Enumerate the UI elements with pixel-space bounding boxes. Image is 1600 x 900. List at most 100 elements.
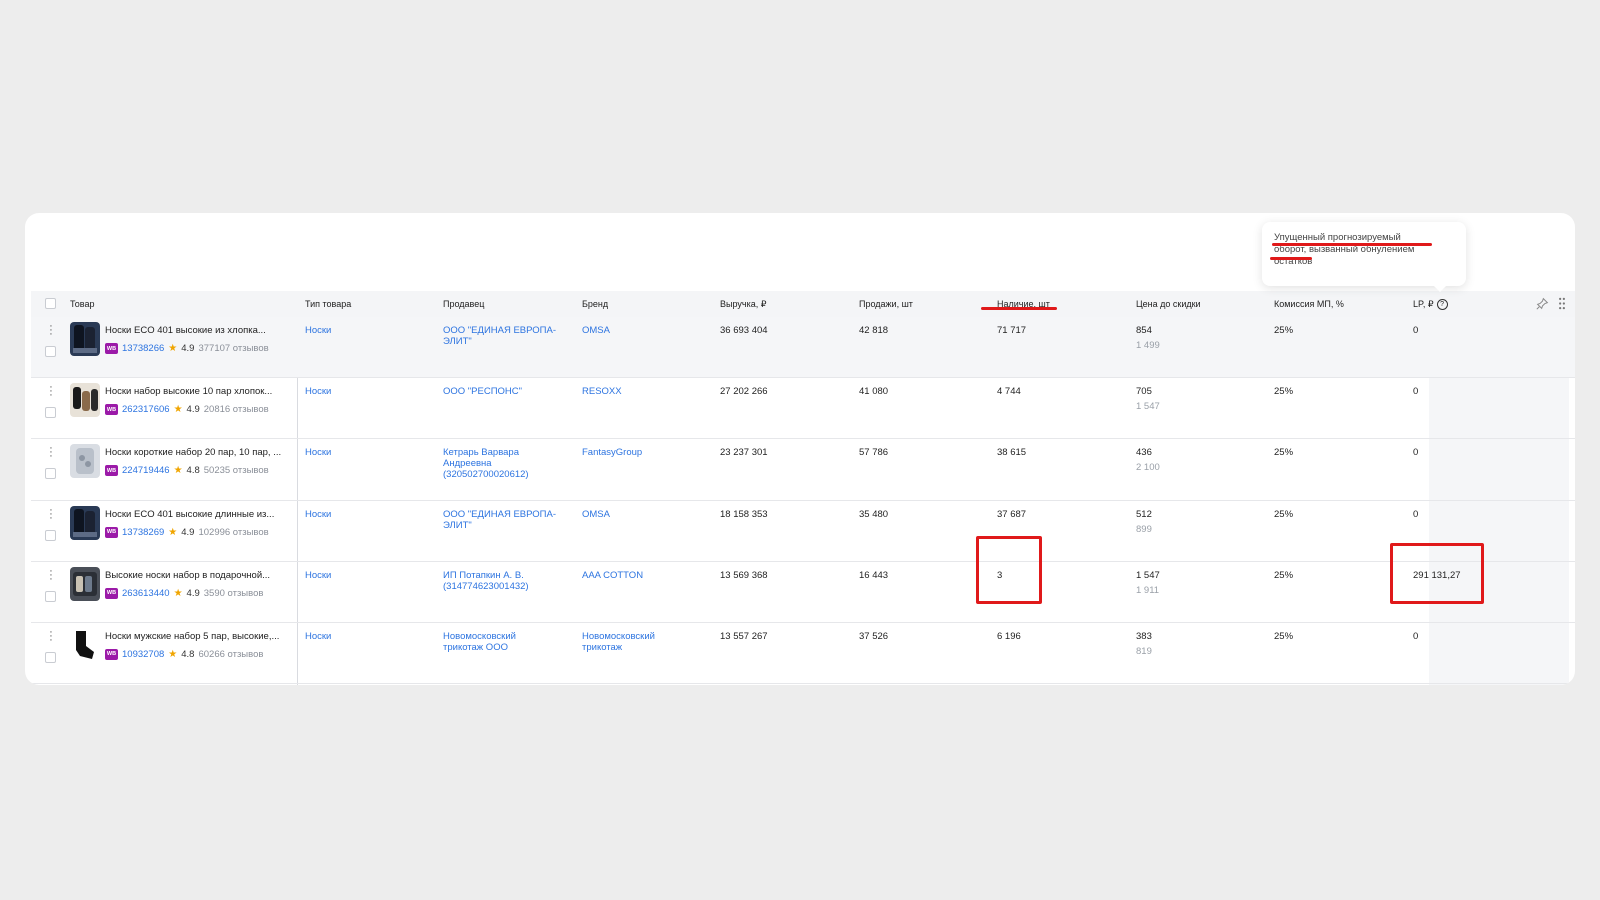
sales-value: 57 786 [859,447,889,459]
more-vertical-icon[interactable]: · · · [48,504,54,523]
product-rating: 4.9 [186,404,200,416]
row-checkbox[interactable] [45,590,56,602]
wb-badge: WB [105,526,118,538]
brand-link[interactable]: FantasyGroup [582,447,642,458]
star-icon: ★ [173,404,183,416]
more-vertical-icon[interactable]: · · · [48,626,54,645]
more-vertical-icon[interactable]: · · · [48,382,54,401]
table-row[interactable]: · · · Носки набор высокие 10 пар хлопок...… [31,378,1575,440]
seller-link[interactable]: ООО "РЕСПОНС" [443,386,571,397]
table-row[interactable]: · · · Носки ECO 401 высокие длинные из... … [31,501,1575,562]
seller-link[interactable]: Кетрарь Варвара Андреевна (3205027000206… [443,447,559,480]
star-icon: ★ [168,648,178,660]
table-row[interactable]: · · · Носки ECO 401 высокие из хлопка... W… [31,317,1575,379]
wb-badge: WB [105,587,118,599]
brand-link[interactable]: RESOXX [582,386,622,397]
row-checkbox[interactable] [45,468,56,480]
drag-grip-icon[interactable] [1558,297,1566,310]
product-thumbnail[interactable] [70,322,100,356]
price-value: 436 [1136,447,1152,459]
table-row[interactable]: · · · Носки мужские набор 5 пар, высокие,.… [31,623,1575,685]
brand-link[interactable]: OMSA [582,509,610,520]
seller-link[interactable]: ООО "ЕДИНАЯ ЕВРОПА-ЭЛИТ" [443,509,571,531]
more-vertical-icon[interactable]: · · · [48,565,54,584]
more-vertical-icon[interactable]: · · · [48,443,54,462]
header-product[interactable]: Товар [70,299,95,309]
product-sku-link[interactable]: 263613440 [122,588,170,599]
price-cell: 854 1 499 [1136,325,1160,351]
product-name[interactable]: Высокие носки набор в подарочной... [105,570,293,581]
stock-value: 4 744 [997,386,1021,398]
product-reviews: 20816 отзывов [203,404,269,416]
commission-value: 25% [1274,508,1294,520]
header-lp-label: LP, ₽ [1413,299,1434,309]
header-revenue[interactable]: Выручка, ₽ [720,299,766,310]
product-thumbnail[interactable] [70,566,100,601]
table-row[interactable]: · · · Высокие носки набор в подарочной... … [31,562,1575,623]
seller-link[interactable]: Новомосковский трикотаж ООО [443,631,543,653]
product-sku-link[interactable]: 13738266 [122,343,164,354]
product-name[interactable]: Носки короткие набор 20 пар, 10 пар, ... [105,447,293,458]
type-link[interactable]: Носки [305,447,331,458]
more-vertical-icon[interactable]: · · · [48,321,54,340]
help-circle-icon[interactable]: ? [1436,299,1448,311]
product-rating: 4.8 [181,648,195,660]
product-sku-link[interactable]: 10932708 [122,649,164,660]
header-type[interactable]: Тип товара [305,299,351,309]
header-sales[interactable]: Продажи, шт [859,299,913,309]
table-row[interactable]: · · · Носки короткие набор 20 пар, 10 пар,… [31,439,1575,501]
wb-badge: WB [105,404,118,416]
lp-value: 0 [1413,630,1419,642]
price-value: 854 [1136,325,1152,336]
type-link[interactable]: Носки [305,386,331,397]
row-checkbox[interactable] [45,651,56,663]
row-checkbox[interactable] [45,407,56,419]
stock-value: 38 615 [997,447,1027,459]
table-header: Товар Тип товара Продавец Бренд Выручка,… [31,291,1575,317]
product-reviews: 377107 отзывов [198,343,269,354]
header-lp[interactable]: LP, ₽? [1413,299,1448,311]
type-link[interactable]: Носки [305,509,331,520]
seller-link[interactable]: ООО "ЕДИНАЯ ЕВРОПА-ЭЛИТ" [443,325,571,347]
revenue-value: 13 569 368 [720,569,768,581]
product-thumbnail[interactable] [70,627,100,662]
product-sku-link[interactable]: 13738269 [122,527,164,538]
stock-value: 6 196 [997,630,1021,642]
header-seller[interactable]: Продавец [443,299,484,309]
row-checkbox[interactable] [45,346,56,357]
pin-icon[interactable] [1536,297,1549,310]
annotation-box-stock [976,536,1042,604]
brand-link[interactable]: AAA COTTON [582,570,643,581]
product-name[interactable]: Носки мужские набор 5 пар, высокие,... [105,631,293,642]
row-checkbox[interactable] [45,529,56,541]
header-brand[interactable]: Бренд [582,299,608,309]
product-meta: WB 224719446 ★ 4.8 50235 отзывов [105,465,269,477]
product-sku-link[interactable]: 262317606 [122,404,170,415]
type-link[interactable]: Носки [305,325,331,336]
wb-badge: WB [105,343,118,354]
select-all-checkbox[interactable] [45,298,56,309]
header-price[interactable]: Цена до скидки [1136,299,1201,309]
product-name[interactable]: Носки набор высокие 10 пар хлопок... [105,386,293,397]
header-commission[interactable]: Комиссия МП, % [1274,299,1344,309]
price-old-value: 1 547 [1136,401,1160,413]
product-thumbnail[interactable] [70,444,100,479]
brand-link[interactable]: Новомосковский трикотаж [582,631,682,653]
annotation-underline-tooltip-2 [1270,257,1312,260]
revenue-value: 13 557 267 [720,630,768,642]
seller-link[interactable]: ИП Потапкин А. В. (314774623001432) [443,570,559,592]
type-link[interactable]: Носки [305,570,331,581]
wb-badge: WB [105,648,118,660]
product-name[interactable]: Носки ECO 401 высокие длинные из... [105,509,293,520]
product-thumbnail[interactable] [70,505,100,540]
product-name[interactable]: Носки ECO 401 высокие из хлопка... [105,325,293,336]
commission-value: 25% [1274,386,1294,398]
lp-value: 0 [1413,508,1419,520]
product-sku-link[interactable]: 224719446 [122,465,170,476]
brand-link[interactable]: OMSA [582,325,610,336]
stock-value: 71 717 [997,325,1027,336]
product-thumbnail[interactable] [70,383,100,418]
star-icon: ★ [173,587,183,599]
type-link[interactable]: Носки [305,631,331,642]
products-table: Товар Тип товара Продавец Бренд Выручка,… [31,291,1575,685]
